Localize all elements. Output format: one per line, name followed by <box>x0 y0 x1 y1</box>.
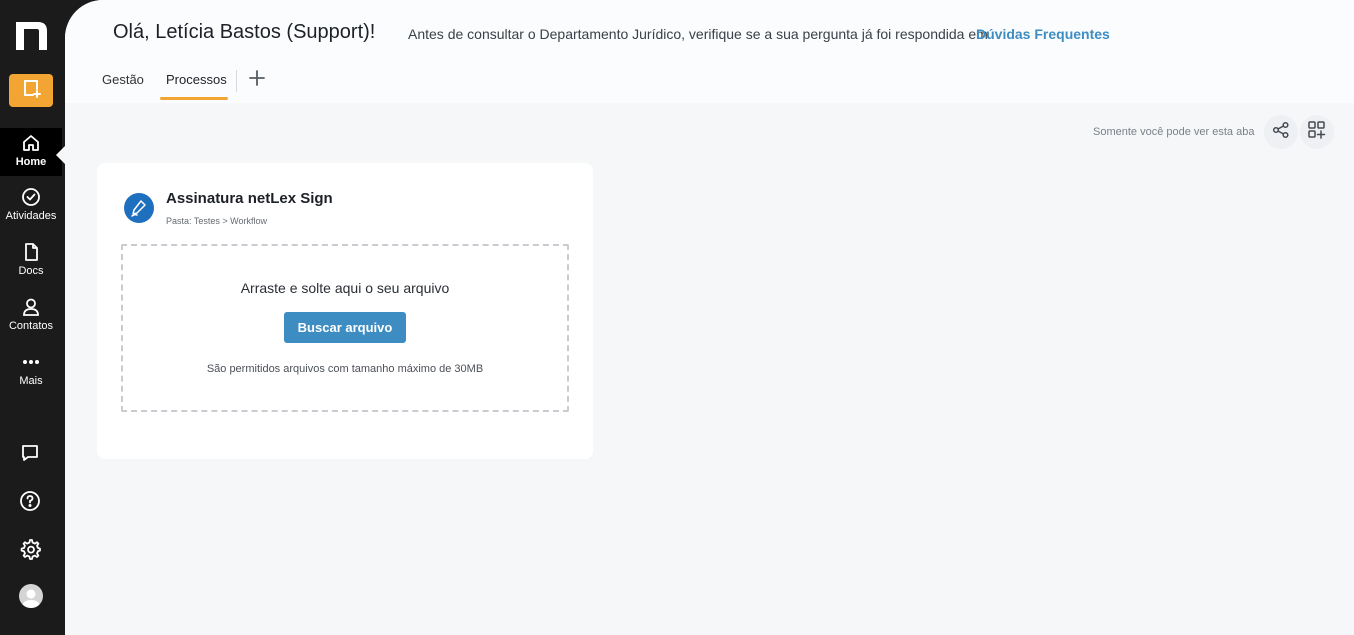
logo-n[interactable] <box>14 18 50 52</box>
sidebar-item-docs[interactable]: Docs <box>0 241 62 291</box>
card-folder-path: Pasta: Testes > Workflow <box>166 216 267 226</box>
add-widget-button[interactable] <box>1300 115 1334 149</box>
sidebar-item-label: Docs <box>18 265 44 277</box>
share-button[interactable] <box>1264 115 1298 149</box>
main-content: Olá, Letícia Bastos (Support)! Antes de … <box>65 0 1354 635</box>
sidebar-item-label: Home <box>15 156 47 168</box>
active-indicator <box>56 146 65 164</box>
chat-icon[interactable] <box>18 441 42 465</box>
tab-processos[interactable]: Processos <box>166 72 227 87</box>
browse-file-button[interactable]: Buscar arquivo <box>284 312 406 343</box>
add-tab-button[interactable] <box>247 69 267 91</box>
tab-divider <box>236 70 237 92</box>
tab-gestao[interactable]: Gestão <box>102 72 144 87</box>
new-document-button[interactable] <box>9 74 53 107</box>
sidebar-item-atividades[interactable]: Atividades <box>0 186 62 236</box>
header: Olá, Letícia Bastos (Support)! Antes de … <box>65 0 1354 103</box>
new-document-icon <box>21 78 41 103</box>
greeting-title: Olá, Letícia Bastos (Support)! <box>113 21 376 43</box>
avatar[interactable] <box>19 584 43 608</box>
sidebar-item-mais[interactable]: Mais <box>0 351 62 401</box>
home-icon <box>20 132 42 154</box>
gear-icon[interactable] <box>18 537 42 561</box>
visibility-note: Somente você pode ver esta aba <box>1093 126 1255 138</box>
file-dropzone[interactable]: Arraste e solte aqui o seu arquivo Busca… <box>121 244 569 412</box>
sidebar-item-contatos[interactable]: Contatos <box>0 296 62 346</box>
check-circle-icon <box>20 186 42 208</box>
user-icon <box>20 296 42 318</box>
help-icon[interactable] <box>18 489 42 513</box>
share-icon <box>1272 121 1290 144</box>
active-tab-indicator <box>160 97 228 100</box>
more-icon <box>20 351 42 373</box>
sidebar-item-home[interactable]: Home <box>0 128 62 176</box>
sidebar: Home Atividades Docs Contatos Mais <box>0 0 65 635</box>
signature-pen-icon <box>124 193 154 223</box>
faq-link[interactable]: Dúvidas Frequentes <box>976 26 1110 42</box>
document-icon <box>20 241 42 263</box>
card-title: Assinatura netLex Sign <box>166 190 333 207</box>
add-widget-icon <box>1307 120 1327 145</box>
sidebar-item-label: Mais <box>19 375 43 387</box>
plus-icon <box>249 69 265 91</box>
sidebar-item-label: Atividades <box>5 210 57 222</box>
dropzone-text: Arraste e solte aqui o seu arquivo <box>240 280 450 296</box>
process-card: Assinatura netLex Sign Pasta: Testes > W… <box>97 163 593 459</box>
faq-notice: Antes de consultar o Departamento Jurídi… <box>408 26 988 42</box>
sidebar-item-label: Contatos <box>8 320 54 332</box>
file-size-limit: São permitidos arquivos com tamanho máxi… <box>206 363 484 375</box>
